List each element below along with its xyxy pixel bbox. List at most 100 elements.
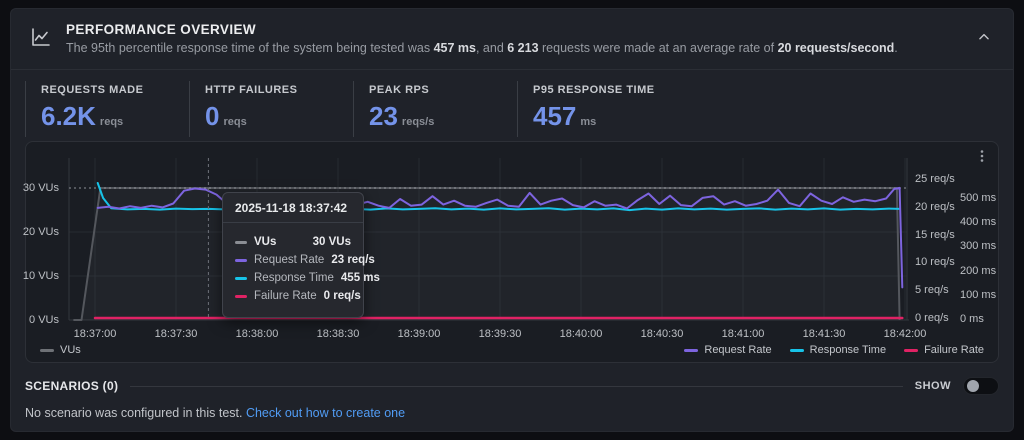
x-axis-label: 18:38:00 (236, 328, 279, 340)
header-divider (11, 69, 1013, 70)
create-scenario-link[interactable]: Check out how to create one (246, 406, 405, 420)
tooltip-series-label: VUs (254, 236, 306, 248)
stat-label: HTTP FAILURES (205, 84, 353, 96)
performance-overview-card: PERFORMANCE OVERVIEW The 95th percentile… (10, 8, 1014, 432)
scenarios-header: SCENARIOS (0) SHOW (25, 377, 999, 395)
tooltip-timestamp: 2025-11-18 18:37:42 (223, 193, 363, 223)
subtitle-text: requests were made at an average rate of (539, 41, 778, 55)
subtitle-text: , and (476, 41, 507, 55)
header-subtitle: The 95th percentile response time of the… (66, 41, 960, 55)
legend-item-vus[interactable]: VUs (40, 344, 81, 356)
stat-value: 0 (205, 103, 219, 129)
stat-peak-rps: PEAK RPS 23 reqs/s (353, 81, 517, 137)
x-axis-label: 18:40:00 (560, 328, 603, 340)
y-axis-label-rps: 15 req/s (915, 229, 955, 241)
stat-unit: reqs/s (402, 116, 434, 128)
subtitle-highlight: 6 213 (507, 41, 538, 55)
y-axis-label-ms: 400 ms (960, 216, 996, 228)
x-axis-label: 18:39:00 (398, 328, 441, 340)
scenarios-divider (130, 386, 903, 387)
legend-right: Request Rate Response Time Failure Rate (684, 344, 984, 356)
x-axis-label: 18:37:30 (155, 328, 198, 340)
subtitle-highlight: 457 ms (434, 41, 476, 55)
x-axis-label: 18:39:30 (479, 328, 522, 340)
scenarios-title: SCENARIOS (0) (25, 379, 118, 393)
show-toggle[interactable] (963, 377, 999, 395)
chart-kebab-menu-button[interactable] (972, 147, 992, 167)
toggle-knob (967, 380, 979, 392)
y-axis-label-ms: 100 ms (960, 289, 996, 301)
stat-http-failures: HTTP FAILURES 0 reqs (189, 81, 353, 137)
tooltip-series-dash (235, 241, 247, 244)
scenarios-note: No scenario was configured in this test.… (25, 406, 405, 420)
tooltip-series-value: 30 VUs (313, 236, 351, 248)
tooltip-series-value: 0 req/s (324, 290, 361, 302)
stat-requests-made: REQUESTS MADE 6.2K reqs (25, 81, 189, 137)
tooltip-row-vus: VUs 30 VUs (235, 236, 351, 248)
legend-dash (790, 349, 804, 352)
y-axis-label-ms: 0 ms (960, 313, 984, 325)
header-text: PERFORMANCE OVERVIEW The 95th percentile… (66, 22, 960, 55)
x-axis-label: 18:38:30 (317, 328, 360, 340)
stat-unit: ms (580, 116, 596, 128)
legend-dash (684, 349, 698, 352)
x-axis-label: 18:41:00 (722, 328, 765, 340)
tooltip-series-label: Request Rate (254, 254, 324, 266)
chevron-up-icon (977, 32, 991, 47)
stat-unit: reqs (223, 116, 246, 128)
y-axis-label-vus: 10 VUs (23, 270, 59, 282)
y-axis-label-rps: 10 req/s (915, 256, 955, 268)
tooltip-series-value: 455 ms (341, 272, 380, 284)
legend-dash (904, 349, 918, 352)
y-axis-label-rps: 20 req/s (915, 201, 955, 213)
y-axis-label-vus: 0 VUs (29, 314, 59, 326)
y-axis-label-ms: 200 ms (960, 265, 996, 277)
legend-item-request-rate[interactable]: Request Rate (684, 344, 771, 356)
tooltip-row-failure-rate: Failure Rate0 req/s (235, 290, 351, 302)
legend-label: VUs (60, 344, 81, 356)
chart-tooltip: 2025-11-18 18:37:42 VUs 30 VUs Request Rat… (222, 192, 364, 318)
y-axis-label-vus: 30 VUs (23, 182, 59, 194)
legend-item-response-time[interactable]: Response Time (790, 344, 886, 356)
legend-dash (40, 349, 54, 352)
page-title: PERFORMANCE OVERVIEW (66, 22, 960, 37)
chart-legend: VUs Request Rate Response Time Failure Rat… (40, 344, 984, 356)
legend-label: Response Time (810, 344, 886, 356)
stat-unit: reqs (100, 116, 123, 128)
x-axis-label: 18:40:30 (641, 328, 684, 340)
tooltip-series-label: Response Time (254, 272, 334, 284)
subtitle-text: The 95th percentile response time of the… (66, 41, 434, 55)
stat-value: 457 (533, 103, 576, 129)
x-axis-label: 18:42:00 (884, 328, 927, 340)
stat-value: 23 (369, 103, 398, 129)
tooltip-rows: VUs 30 VUs Request Rate23 req/s Response Ti… (223, 223, 363, 317)
stat-label: REQUESTS MADE (41, 84, 189, 96)
tooltip-row-request-rate: Request Rate23 req/s (235, 254, 351, 266)
legend-label: Request Rate (704, 344, 771, 356)
x-axis-label: 18:41:30 (803, 328, 846, 340)
x-axis-label: 18:37:00 (74, 328, 117, 340)
collapse-panel-button[interactable] (973, 26, 995, 51)
legend-item-failure-rate[interactable]: Failure Rate (904, 344, 984, 356)
stat-label: PEAK RPS (369, 84, 517, 96)
card-header: PERFORMANCE OVERVIEW The 95th percentile… (11, 9, 1013, 69)
kebab-menu-icon (975, 151, 989, 166)
y-axis-label-rps: 0 req/s (915, 312, 949, 324)
tooltip-series-dash (235, 259, 247, 262)
tooltip-series-value: 23 req/s (331, 254, 374, 266)
show-label: SHOW (915, 380, 951, 392)
scenarios-note-text: No scenario was configured in this test. (25, 406, 246, 420)
chart-panel: 0 VUs10 VUs20 VUs30 VUs0 req/s5 req/s10 … (25, 141, 999, 363)
stat-label: P95 RESPONSE TIME (533, 84, 655, 96)
y-axis-label-ms: 500 ms (960, 192, 996, 204)
tooltip-series-dash (235, 295, 247, 298)
y-axis-label-ms: 300 ms (960, 240, 996, 252)
tooltip-series-label: Failure Rate (254, 290, 317, 302)
legend-left: VUs (40, 344, 81, 356)
subtitle-text: . (894, 41, 897, 55)
y-axis-label-vus: 20 VUs (23, 226, 59, 238)
y-axis-label-rps: 25 req/s (915, 173, 955, 185)
legend-label: Failure Rate (924, 344, 984, 356)
stat-value: 6.2K (41, 103, 96, 129)
tooltip-row-response-time: Response Time455 ms (235, 272, 351, 284)
